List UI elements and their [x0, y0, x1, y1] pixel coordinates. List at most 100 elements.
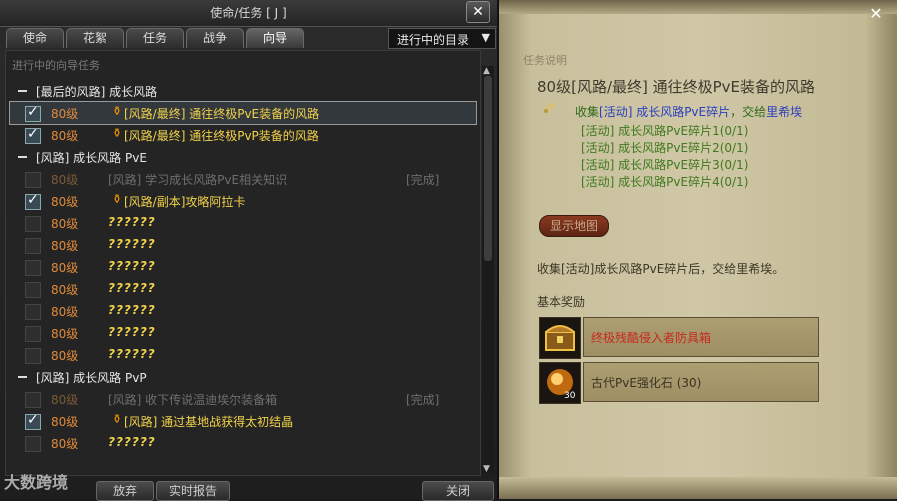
treasure-chest-icon[interactable]	[539, 317, 581, 359]
quest-row[interactable]: 80级 ⚱ [风路] 通过基地战获得太初结晶	[10, 410, 476, 432]
quest-row[interactable]: 80级 ??????	[10, 212, 476, 234]
quest-window: 使命/任务 [ J ] ✕ 使命 花絮 任务 战争 向导 进行中的目录 ▼ 进行…	[0, 0, 499, 501]
enhance-stone-icon[interactable]: 30	[539, 362, 581, 404]
track-checkbox[interactable]	[25, 282, 41, 298]
close-icon[interactable]: ✕	[466, 1, 490, 23]
close-icon[interactable]: ✕	[865, 4, 887, 24]
track-checkbox[interactable]	[25, 172, 41, 188]
sub-objective: [活动] 成长风路PvE碎片1(0/1)	[581, 124, 749, 138]
close-button[interactable]: 关闭	[422, 481, 494, 501]
filter-dropdown[interactable]: 进行中的目录 ▼	[388, 28, 496, 49]
quest-status: [完成]	[406, 173, 440, 187]
sub-objective: [活动] 成长风路PvE碎片2(0/1)	[581, 141, 749, 155]
track-checkbox[interactable]	[25, 216, 41, 232]
track-checkbox[interactable]	[25, 412, 41, 430]
quest-level: 80级	[51, 393, 79, 407]
quest-level: 80级	[51, 305, 79, 319]
quest-detail-panel: ✕ 任务说明 80级[风路/最终] 通往终极PvE装备的风路 收集[活动] 成长…	[499, 0, 897, 499]
quest-row[interactable]: 80级 ⚱ [风路/最终] 通往终极PvE装备的风路	[9, 101, 477, 125]
quest-row[interactable]: 80级 ⚱ [风路/副本]攻略阿拉卡	[10, 190, 476, 212]
track-checkbox[interactable]	[25, 126, 41, 144]
scroll-down-icon[interactable]: ▼	[483, 464, 490, 474]
quest-row[interactable]: 80级 ⚱ [风路/最终] 通往终极PvP装备的风路	[10, 124, 476, 146]
quest-level: 80级	[51, 349, 79, 363]
track-checkbox[interactable]	[25, 104, 41, 122]
group-label: [最后的风路] 成长风路	[36, 85, 158, 99]
reward-item[interactable]: 30 古代PvE强化石 (30)	[539, 362, 819, 404]
objective-npc-link[interactable]: 里希埃	[766, 105, 802, 119]
list-scrollbar[interactable]: ▲ ▼	[482, 66, 494, 474]
collapse-icon[interactable]	[18, 376, 27, 378]
filter-selected: 进行中的目录	[397, 33, 470, 47]
quest-name: ??????	[108, 303, 156, 317]
quest-list: 进行中的向导任务 [最后的风路] 成长风路 80级 ⚱ [风路/最终] 通往终极…	[5, 50, 481, 476]
quest-name: [风路] 通过基地战获得太初结晶	[124, 415, 294, 429]
quest-marker-icon: ⚱	[112, 104, 123, 118]
quest-marker-icon: ⚱	[112, 126, 123, 140]
track-checkbox[interactable]	[25, 238, 41, 254]
quest-row[interactable]: 80级 [风路] 收下传说温迪埃尔装备箱 [完成]	[10, 388, 476, 410]
objective-mid: ，交给	[730, 105, 767, 119]
track-checkbox[interactable]	[25, 436, 41, 452]
reward-count: 30	[564, 391, 576, 401]
sub-objective: [活动] 成长风路PvE碎片4(0/1)	[581, 175, 749, 189]
quest-marker-icon: ⚱	[112, 192, 123, 206]
group-header[interactable]: [最后的风路] 成长风路	[10, 80, 476, 102]
group-header[interactable]: [风路] 成长风路 PvP	[10, 366, 476, 388]
reward-name: 古代PvE强化石 (30)	[591, 376, 702, 390]
track-checkbox[interactable]	[25, 304, 41, 320]
show-map-button[interactable]: 显示地图	[539, 215, 609, 237]
quest-name: ??????	[108, 259, 156, 273]
quest-level: 80级	[51, 173, 79, 187]
quest-name: ??????	[108, 347, 156, 361]
track-checkbox[interactable]	[25, 326, 41, 342]
collapse-icon[interactable]	[18, 156, 27, 158]
quest-level: 80级	[51, 239, 79, 253]
quest-level: 80级	[51, 195, 79, 209]
window-title: 使命/任务 [ J ]	[210, 6, 287, 20]
quest-level: 80级	[51, 129, 79, 143]
abandon-button[interactable]: 放弃	[96, 481, 154, 501]
reward-label: 基本奖励	[537, 295, 586, 309]
reward-name: 终极残酷侵入者防具箱	[591, 331, 712, 345]
chevron-down-icon: ▼	[481, 31, 490, 44]
quest-status: [完成]	[406, 393, 440, 407]
quest-level: 80级	[51, 217, 79, 231]
tab-guide[interactable]: 向导	[246, 28, 304, 48]
quest-row[interactable]: 80级 ??????	[10, 278, 476, 300]
section-label: 任务说明	[523, 54, 567, 67]
track-checkbox[interactable]	[25, 348, 41, 364]
quest-name: ??????	[108, 325, 156, 339]
quest-row[interactable]: 80级 ??????	[10, 300, 476, 322]
objective-prefix: 收集	[575, 105, 600, 119]
quest-name: [风路] 收下传说温迪埃尔装备箱	[108, 393, 278, 407]
track-checkbox[interactable]	[25, 260, 41, 276]
quest-name: ??????	[108, 435, 156, 449]
objective-item-link[interactable]: [活动] 成长风路PvE碎片	[599, 105, 730, 119]
quest-name: ??????	[108, 281, 156, 295]
objective: 收集[活动] 成长风路PvE碎片，交给里希埃	[575, 103, 802, 120]
tab-trivia[interactable]: 花絮	[66, 28, 124, 48]
track-checkbox[interactable]	[25, 192, 41, 210]
tab-war[interactable]: 战争	[186, 28, 244, 48]
scroll-icon	[544, 102, 556, 113]
quest-level: 80级	[51, 327, 79, 341]
scroll-thumb[interactable]	[484, 76, 492, 261]
group-header[interactable]: [风路] 成长风路 PvE	[10, 146, 476, 168]
tab-quest[interactable]: 任务	[126, 28, 184, 48]
quest-row[interactable]: 80级 ??????	[10, 256, 476, 278]
quest-row[interactable]: 80级 [风路] 学习成长风路PvE相关知识 [完成]	[10, 168, 476, 190]
track-checkbox[interactable]	[25, 392, 41, 408]
quest-level: 80级	[51, 107, 79, 121]
collapse-icon[interactable]	[18, 90, 27, 92]
tab-mission[interactable]: 使命	[6, 28, 64, 48]
quest-row[interactable]: 80级 ??????	[10, 234, 476, 256]
quest-row[interactable]: 80级 ??????	[10, 344, 476, 366]
quest-description: 收集[活动]成长风路PvE碎片后，交给里希埃。	[537, 262, 785, 276]
reward-item[interactable]: 终极残酷侵入者防具箱	[539, 317, 819, 359]
live-report-button[interactable]: 实时报告	[156, 481, 230, 501]
quest-row[interactable]: 80级 ??????	[10, 432, 476, 454]
scroll-up-icon[interactable]: ▲	[483, 66, 490, 76]
quest-row[interactable]: 80级 ??????	[10, 322, 476, 344]
quest-name: [风路/副本]攻略阿拉卡	[124, 195, 246, 209]
